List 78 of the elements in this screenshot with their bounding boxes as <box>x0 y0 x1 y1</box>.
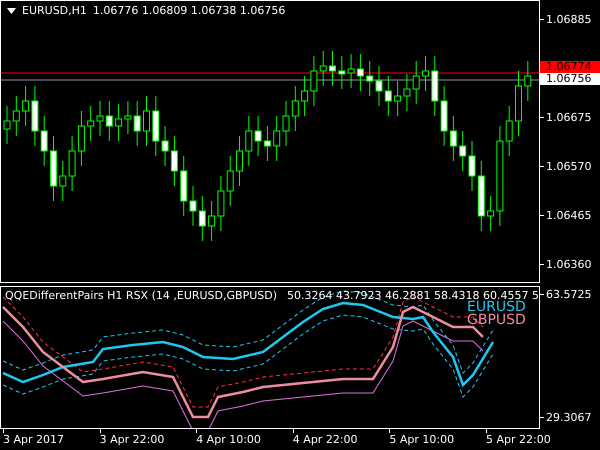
candlestick <box>394 80 402 116</box>
candlestick <box>366 60 374 96</box>
price-tick-label: 1.06465 <box>540 209 592 222</box>
candlestick <box>162 126 169 166</box>
indicator-title: QQEDifferentPairs H1 RSX (14 ,EURUSD,GBPUSD) <box>5 289 278 302</box>
candlestick <box>301 76 308 116</box>
time-label: 5 Apr 22:00 <box>486 429 551 446</box>
candlestick <box>124 100 132 134</box>
candlestick <box>170 136 178 186</box>
candlestick <box>524 60 532 102</box>
candlestick <box>22 86 30 126</box>
candlestick <box>384 76 392 116</box>
candlestick <box>78 110 85 166</box>
candlestick <box>40 116 48 166</box>
candlestick <box>180 156 188 216</box>
scale-label: 29.3067 <box>540 411 592 424</box>
symbol-label: EURUSD,H1 <box>22 4 87 17</box>
price-tick-label: 1.06360 <box>540 258 592 271</box>
candlestick <box>254 116 262 156</box>
candlestick <box>506 106 513 156</box>
candlestick <box>96 100 104 136</box>
candlestick <box>422 56 429 92</box>
candlestick <box>338 56 346 90</box>
candlestick <box>310 56 318 106</box>
price-badge: 1.06774 <box>540 61 600 73</box>
candlestick <box>329 50 336 86</box>
candlestick <box>515 70 522 136</box>
dropdown-triangle-icon[interactable] <box>7 8 16 14</box>
price-tick-label: 1.06570 <box>540 160 592 173</box>
candlestick <box>143 96 150 146</box>
candlestick <box>50 136 57 202</box>
candlestick <box>4 106 10 144</box>
candlestick <box>226 156 234 206</box>
candlestick <box>440 86 448 146</box>
candlestick <box>198 196 206 242</box>
candlestick <box>478 160 485 232</box>
candlestick <box>348 54 355 88</box>
candlestick <box>134 100 141 146</box>
candlestick <box>87 106 94 142</box>
candlestick <box>31 86 38 146</box>
candlestick <box>450 116 457 162</box>
time-label: 3 Apr 2017 <box>3 429 64 446</box>
candlestick <box>152 96 160 156</box>
price-badge: 1.06756 <box>540 73 600 85</box>
ohlc-values: 1.06776 1.06809 1.06738 1.06756 <box>92 4 286 17</box>
candlestick <box>68 136 76 192</box>
legend-label: EURUSD <box>467 301 526 314</box>
time-label: 4 Apr 22:00 <box>292 429 358 446</box>
candlestick <box>273 116 280 162</box>
candlestick <box>236 136 243 186</box>
candlestick <box>282 100 290 146</box>
candlestick <box>431 56 438 116</box>
candlestick <box>217 176 224 232</box>
candlestick <box>403 74 410 112</box>
candlestick <box>412 60 420 104</box>
time-label: 3 Apr 22:00 <box>100 429 164 446</box>
candlestick <box>468 140 476 192</box>
candlestick <box>208 200 216 242</box>
candlestick <box>12 96 20 136</box>
candlestick <box>106 100 113 142</box>
candlestick <box>264 126 271 162</box>
candlestick <box>376 66 382 106</box>
price-tick-label: 1.06675 <box>540 111 592 124</box>
candlestick <box>356 54 364 92</box>
candlestick <box>320 50 327 86</box>
candlestick <box>245 116 252 166</box>
time-label: 5 Apr 10:00 <box>389 429 454 446</box>
candlestick <box>115 104 122 142</box>
candlestick <box>459 130 466 172</box>
candlestick <box>487 196 494 232</box>
candlestick <box>292 86 299 132</box>
candlestick <box>59 160 66 202</box>
price-tick-label: 1.06885 <box>540 13 592 26</box>
candlestick <box>190 186 196 226</box>
scale-label: 63.5725 <box>540 288 592 301</box>
time-label: 4 Apr 10:00 <box>196 429 261 446</box>
legend-label: GBPUSD <box>467 314 526 327</box>
indicator-values: 50.3264 43.7923 46.2881 58.4318 60.4557 5 <box>287 289 539 302</box>
